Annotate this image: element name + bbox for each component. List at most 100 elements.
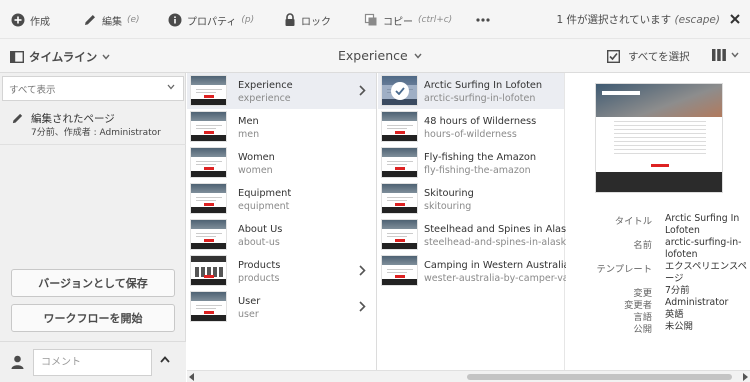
column-item[interactable]: Products products xyxy=(187,253,376,289)
column-item[interactable]: Fly-fishing the Amazon fly-fishing-the-am… xyxy=(378,145,564,181)
item-title: Camping in Western Australia xyxy=(424,260,570,271)
pencil-icon xyxy=(11,112,24,125)
item-title: Arctic Surfing In Lofoten xyxy=(424,80,543,91)
item-title: Steelhead and Spines in Alaska xyxy=(424,224,578,235)
select-all-button[interactable]: すべてを選択 xyxy=(607,49,690,64)
chevron-down-icon xyxy=(102,54,110,60)
column-item[interactable]: Women women xyxy=(187,145,376,181)
chevron-right-icon[interactable] xyxy=(359,85,366,96)
edit-shortcut: (e) xyxy=(127,15,140,25)
column-view-level-2: Arctic Surfing In Lofoten arctic-surfing-… xyxy=(378,73,578,370)
column-view-icon xyxy=(712,49,726,61)
item-name: products xyxy=(238,273,280,284)
item-name: user xyxy=(238,309,259,320)
info-icon xyxy=(168,13,182,27)
page-thumbnail xyxy=(190,219,227,250)
action-bar: 作成 編集 (e) プロパティ (p) ロック コピー (ctrl+c) 1 件… xyxy=(0,0,750,39)
close-selection-button[interactable] xyxy=(727,11,743,27)
lock-icon xyxy=(284,13,296,27)
item-title: Products xyxy=(238,260,281,271)
item-name: men xyxy=(238,129,260,140)
page-thumbnail xyxy=(190,111,227,142)
filter-value: すべて表示 xyxy=(9,84,56,96)
chevron-down-icon xyxy=(731,52,739,58)
rail-toggle-icon xyxy=(10,51,24,63)
chevron-right-icon[interactable] xyxy=(359,301,366,312)
comment-input[interactable] xyxy=(33,349,152,376)
properties-button[interactable]: プロパティ (p) xyxy=(168,11,254,29)
detail-value: 未公開 xyxy=(665,321,693,332)
user-icon xyxy=(11,355,24,369)
chevron-up-icon[interactable] xyxy=(160,356,170,363)
rail-label: タイムライン xyxy=(29,50,98,64)
timeline-entry-title: 編集されたページ xyxy=(31,113,115,125)
collection-title-text: Experience xyxy=(338,48,408,63)
page-thumbnail xyxy=(190,75,227,106)
detail-label: 名前 xyxy=(633,240,652,251)
create-button[interactable]: 作成 xyxy=(11,11,50,29)
item-title: Fly-fishing the Amazon xyxy=(424,152,537,163)
select-all-label: すべてを選択 xyxy=(628,51,690,63)
save-as-version-button[interactable]: バージョンとして保存 xyxy=(11,269,175,297)
selected-check-icon xyxy=(382,76,417,105)
column-item[interactable]: Skitouring skitouring xyxy=(378,181,564,217)
properties-shortcut: (p) xyxy=(241,15,255,25)
item-title: User xyxy=(238,296,261,307)
copy-icon xyxy=(364,13,378,27)
collection-title[interactable]: Experience xyxy=(338,48,422,63)
plus-circle-icon xyxy=(11,13,25,27)
column-item[interactable]: Experience experience xyxy=(187,73,376,109)
item-name: fly-fishing-the-amazon xyxy=(424,165,531,176)
page-thumbnail xyxy=(381,183,418,214)
column-item[interactable]: 48 hours of Wilderness hours-of-wildernes… xyxy=(378,109,564,145)
item-name: wester-australia-by-camper-van xyxy=(424,273,575,284)
selection-shortcut: (escape) xyxy=(674,14,720,26)
horizontal-scrollbar[interactable] xyxy=(187,370,750,382)
detail-value: 英語 xyxy=(665,309,684,320)
page-thumbnail xyxy=(381,219,418,250)
timeline-entry[interactable]: 編集されたページ 7分前、作成者 : Administrator xyxy=(0,105,186,145)
column-item[interactable]: User user xyxy=(187,289,376,325)
column-item[interactable]: Camping in Western Australia wester-austr… xyxy=(378,253,575,289)
edit-label: 編集 xyxy=(102,16,122,28)
scrollbar-thumb[interactable] xyxy=(467,374,732,380)
item-name: experience xyxy=(238,93,291,104)
scroll-right-icon[interactable] xyxy=(742,373,748,381)
item-name: steelhead-and-spines-in-alaska xyxy=(424,237,572,248)
view-switcher[interactable] xyxy=(712,49,739,61)
column-item[interactable]: Equipment equipment xyxy=(187,181,376,217)
item-title: Equipment xyxy=(238,188,292,199)
lock-button[interactable]: ロック xyxy=(284,11,331,29)
scroll-left-icon[interactable] xyxy=(189,373,195,381)
create-label: 作成 xyxy=(30,16,50,28)
detail-value: arctic-surfing-in-lofoten xyxy=(665,237,742,260)
detail-label: 公開 xyxy=(633,324,652,335)
timeline-filter-select[interactable]: すべて表示 xyxy=(2,76,184,101)
chevron-down-icon xyxy=(414,53,422,59)
column-item[interactable]: About Us about-us xyxy=(187,217,376,253)
selection-status: 1 件が選択されています (escape) xyxy=(556,12,720,27)
detail-value: Administrator xyxy=(665,297,729,308)
more-icon xyxy=(476,18,490,22)
detail-value: Arctic Surfing In Lofoten xyxy=(665,213,740,236)
page-thumbnail xyxy=(190,183,227,214)
column-item[interactable]: Steelhead and Spines in Alaska steelhead-… xyxy=(378,217,578,253)
page-thumbnail xyxy=(381,147,418,178)
copy-button[interactable]: コピー (ctrl+c) xyxy=(364,11,452,29)
item-title: Women xyxy=(238,152,275,163)
item-name: arctic-surfing-in-lofoten xyxy=(424,93,536,104)
page-thumbnail xyxy=(190,147,227,178)
page-preview-thumbnail xyxy=(595,83,723,193)
page-thumbnail xyxy=(190,255,227,286)
column-item[interactable]: Men men xyxy=(187,109,376,145)
column-item[interactable]: Arctic Surfing In Lofoten arctic-surfing-… xyxy=(378,73,564,109)
view-header: タイムライン Experience すべてを選択 xyxy=(0,39,750,73)
chevron-right-icon[interactable] xyxy=(359,265,366,276)
more-actions-button[interactable] xyxy=(476,11,490,29)
start-workflow-button[interactable]: ワークフローを開始 xyxy=(11,304,175,332)
item-name: women xyxy=(238,165,273,176)
details-panel: タイトル Arctic Surfing In Lofoten 名前 arctic-su… xyxy=(566,73,750,370)
checkbox-select-icon xyxy=(607,50,620,63)
edit-button[interactable]: 編集 (e) xyxy=(83,11,140,29)
rail-selector[interactable]: タイムライン xyxy=(10,49,110,65)
